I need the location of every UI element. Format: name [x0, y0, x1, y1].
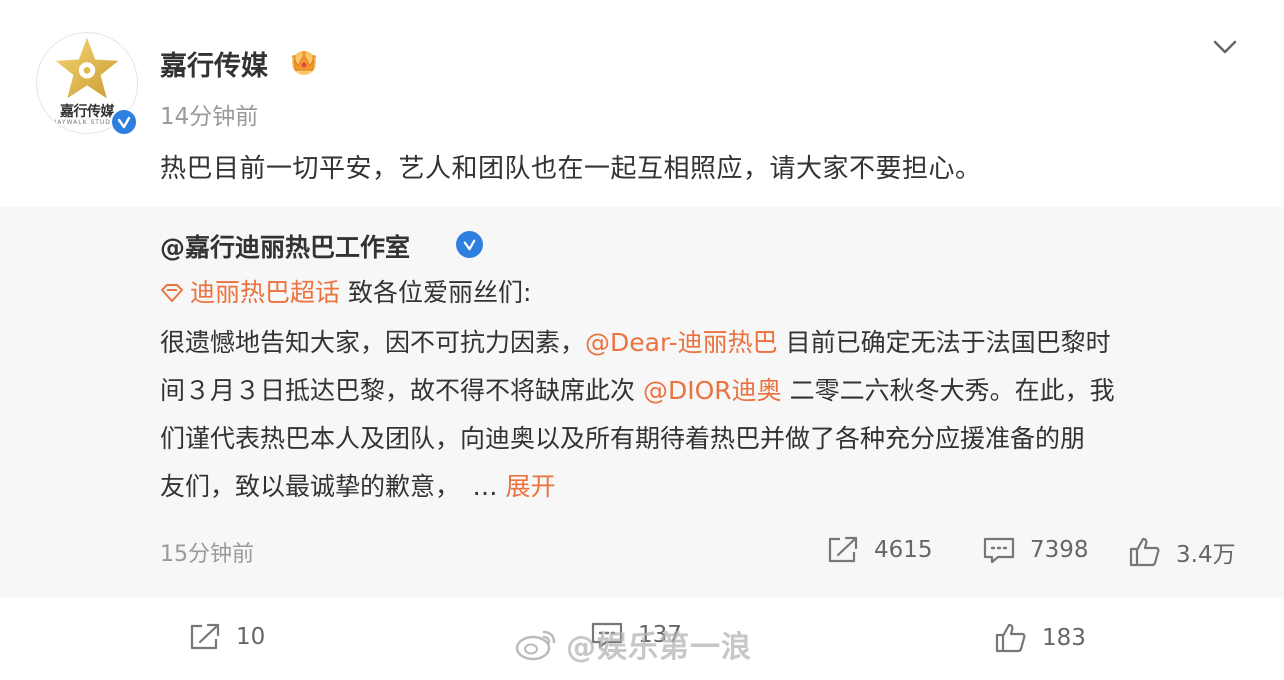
author-name[interactable]: 嘉行传媒	[160, 44, 268, 83]
verified-badge-icon	[456, 231, 483, 258]
mention-link[interactable]: @DIOR迪奥	[643, 376, 782, 405]
repost-time: 15分钟前	[160, 542, 254, 567]
like-button[interactable]: 183	[994, 622, 1086, 654]
repost-topic-line: 迪丽热巴超话 致各位爱丽丝们:	[160, 273, 531, 309]
repost-share-button[interactable]: 4615	[826, 535, 933, 565]
share-button[interactable]: 10	[188, 622, 265, 652]
like-count: 3.4万	[1176, 542, 1236, 568]
body-text: 友们，致以最诚挚的歉意， …	[160, 472, 506, 501]
share-icon	[828, 536, 858, 563]
body-text: 们谨代表热巴本人及团队，向迪奥以及所有期待着热巴并做了各种充分应援准备的朋	[160, 424, 1086, 453]
verified-badge-icon	[110, 108, 138, 136]
like-count: 183	[1042, 625, 1086, 651]
post-content: 热巴目前一切平安，艺人和团队也在一起互相照应，请大家不要担心。	[160, 154, 982, 184]
super-topic-icon	[161, 284, 183, 302]
greeting-text: 致各位爱丽丝们:	[340, 278, 532, 307]
watermark: @娱乐第一浪	[514, 622, 752, 666]
repost-body: 很遗憾地告知大家，因不可抗力因素，@Dear-迪丽热巴 目前已确定无法于法国巴黎…	[160, 319, 1250, 511]
super-topic-link[interactable]: 迪丽热巴超话	[190, 278, 340, 307]
like-icon	[995, 623, 1026, 653]
crown-badge-icon	[292, 51, 316, 75]
mention-link[interactable]: @Dear-迪丽热巴	[585, 328, 778, 357]
chevron-down-icon[interactable]	[1212, 38, 1238, 56]
comment-icon	[983, 537, 1015, 564]
body-text: 间３月３日抵达巴黎，故不得不将缺席此次	[160, 376, 643, 405]
body-text: 目前已确定无法于法国巴黎时	[777, 328, 1111, 357]
share-count: 4615	[874, 537, 933, 563]
body-text: 很遗憾地告知大家，因不可抗力因素，	[160, 328, 586, 357]
star-logo-icon	[55, 37, 119, 99]
body-text: 二零二六秋冬大秀。在此，我	[781, 376, 1115, 405]
comment-count: 7398	[1030, 537, 1089, 563]
weibo-logo-icon	[515, 630, 556, 661]
repost-author[interactable]: @嘉行迪丽热巴工作室	[160, 228, 410, 264]
post-time: 14分钟前	[160, 104, 259, 130]
weibo-post: 嘉行传媒 JAYWALK STUDIO 嘉行传媒 14分钟前 热巴目前一切平安，…	[0, 0, 1284, 680]
share-count: 10	[236, 624, 266, 650]
share-icon	[190, 623, 220, 650]
repost-like-button[interactable]: 3.4万	[1128, 535, 1236, 569]
like-icon	[1129, 537, 1160, 567]
repost-comment-button[interactable]: 7398	[982, 535, 1089, 565]
watermark-text: @娱乐第一浪	[566, 630, 752, 665]
repost-card[interactable]: @嘉行迪丽热巴工作室 迪丽热巴超话 致各位爱丽丝们: 很遗憾地告知大家，因不可抗…	[0, 207, 1284, 598]
expand-link[interactable]: 展开	[505, 472, 555, 501]
